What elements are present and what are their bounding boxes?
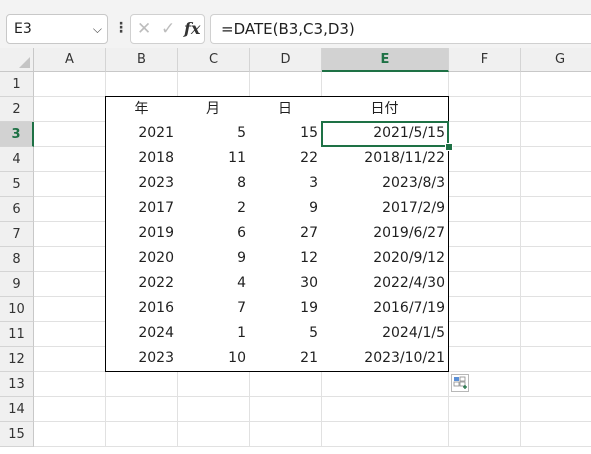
row-header-10[interactable]: 10 xyxy=(0,297,34,322)
table-cell[interactable]: 19 xyxy=(249,296,322,322)
fill-handle[interactable] xyxy=(445,143,453,151)
column-header-d[interactable]: D xyxy=(250,48,322,72)
row-header-1[interactable]: 1 xyxy=(0,72,34,97)
table-cell[interactable]: 6 xyxy=(177,221,250,247)
row-header-8[interactable]: 8 xyxy=(0,247,34,272)
row-header-7[interactable]: 7 xyxy=(0,222,34,247)
table-cell[interactable]: 11 xyxy=(177,146,250,172)
table-cell[interactable]: 3 xyxy=(249,171,322,197)
column-header-e[interactable]: E xyxy=(322,48,449,72)
cancel-icon[interactable]: ✕ xyxy=(137,17,151,41)
row-header-2[interactable]: 2 xyxy=(0,97,34,122)
table-cell[interactable]: 2017 xyxy=(105,196,178,222)
table-cell[interactable]: 2022 xyxy=(105,271,178,297)
table-cell[interactable]: 9 xyxy=(249,196,322,222)
table-cell[interactable]: 2017/2/9 xyxy=(321,196,449,222)
table-cell[interactable]: 2022/4/30 xyxy=(321,271,449,297)
formula-input[interactable]: =DATE(B3,C3,D3) xyxy=(210,14,591,44)
table-cell[interactable]: 8 xyxy=(177,171,250,197)
table-cell[interactable]: 1 xyxy=(177,321,250,347)
table-header-cell[interactable]: 年 xyxy=(105,96,178,122)
table-cell[interactable]: 2023 xyxy=(105,171,178,197)
column-header-f[interactable]: F xyxy=(449,48,521,72)
name-box[interactable]: E3 ⌵ xyxy=(6,14,108,44)
table-cell[interactable]: 2 xyxy=(177,196,250,222)
table-cell[interactable]: 15 xyxy=(249,121,322,147)
auto-fill-options-button[interactable] xyxy=(451,374,469,392)
table-cell[interactable]: 2021/5/15 xyxy=(321,121,449,147)
table-cell[interactable]: 30 xyxy=(249,271,322,297)
gridline xyxy=(34,421,591,422)
formula-bar: E3 ⌵ ⋮ ✕ ✓ fx =DATE(B3,C3,D3) xyxy=(0,0,591,49)
gridline xyxy=(520,72,521,447)
column-header-a[interactable]: A xyxy=(34,48,106,72)
table-cell[interactable]: 2019 xyxy=(105,221,178,247)
enter-icon[interactable]: ✓ xyxy=(161,17,175,41)
table-cell[interactable]: 2018/11/22 xyxy=(321,146,449,172)
table-cell[interactable]: 2018 xyxy=(105,146,178,172)
row-header-4[interactable]: 4 xyxy=(0,147,34,172)
row-header-12[interactable]: 12 xyxy=(0,347,34,372)
gridline xyxy=(34,446,591,447)
table-cell[interactable]: 4 xyxy=(177,271,250,297)
table-cell[interactable]: 2016/7/19 xyxy=(321,296,449,322)
table-cell[interactable]: 22 xyxy=(249,146,322,172)
table-cell[interactable]: 2020 xyxy=(105,246,178,272)
formula-buttons: ✕ ✓ fx xyxy=(130,14,205,44)
gridline xyxy=(34,396,591,397)
select-all-button[interactable] xyxy=(0,48,34,72)
table-cell[interactable]: 2019/6/27 xyxy=(321,221,449,247)
table-cell[interactable]: 5 xyxy=(249,321,322,347)
table-header-cell[interactable]: 月 xyxy=(177,96,250,122)
table-cell[interactable]: 5 xyxy=(177,121,250,147)
column-header-g[interactable]: G xyxy=(521,48,591,72)
table-cell[interactable]: 2023/8/3 xyxy=(321,171,449,197)
table-header-cell[interactable]: 日 xyxy=(249,96,322,122)
row-header-3[interactable]: 3 xyxy=(0,122,34,147)
more-options-icon[interactable]: ⋮ xyxy=(114,17,128,39)
table-cell[interactable]: 10 xyxy=(177,346,250,372)
row-header-15[interactable]: 15 xyxy=(0,422,34,447)
table-cell[interactable]: 2023 xyxy=(105,346,178,372)
insert-function-icon[interactable]: fx xyxy=(184,17,200,41)
row-header-13[interactable]: 13 xyxy=(0,372,34,397)
row-header-11[interactable]: 11 xyxy=(0,322,34,347)
chevron-down-icon[interactable]: ⌵ xyxy=(93,15,102,43)
table-cell[interactable]: 2024/1/5 xyxy=(321,321,449,347)
table-cell[interactable]: 12 xyxy=(249,246,322,272)
row-header-6[interactable]: 6 xyxy=(0,197,34,222)
table-header-cell[interactable]: 日付 xyxy=(321,96,449,122)
row-header-14[interactable]: 14 xyxy=(0,397,34,422)
table-cell[interactable]: 7 xyxy=(177,296,250,322)
table-cell[interactable]: 2020/9/12 xyxy=(321,246,449,272)
column-header-b[interactable]: B xyxy=(106,48,178,72)
select-all-icon xyxy=(19,57,30,68)
table-cell[interactable]: 9 xyxy=(177,246,250,272)
table-cell[interactable]: 2016 xyxy=(105,296,178,322)
name-box-value: E3 xyxy=(14,21,32,37)
table-cell[interactable]: 27 xyxy=(249,221,322,247)
row-header-5[interactable]: 5 xyxy=(0,172,34,197)
table-cell[interactable]: 2021 xyxy=(105,121,178,147)
table-cell[interactable]: 2024 xyxy=(105,321,178,347)
table-cell[interactable]: 21 xyxy=(249,346,322,372)
table-cell[interactable]: 2023/10/21 xyxy=(321,346,449,372)
row-header-9[interactable]: 9 xyxy=(0,272,34,297)
auto-fill-options-icon xyxy=(453,376,467,389)
column-header-c[interactable]: C xyxy=(178,48,250,72)
